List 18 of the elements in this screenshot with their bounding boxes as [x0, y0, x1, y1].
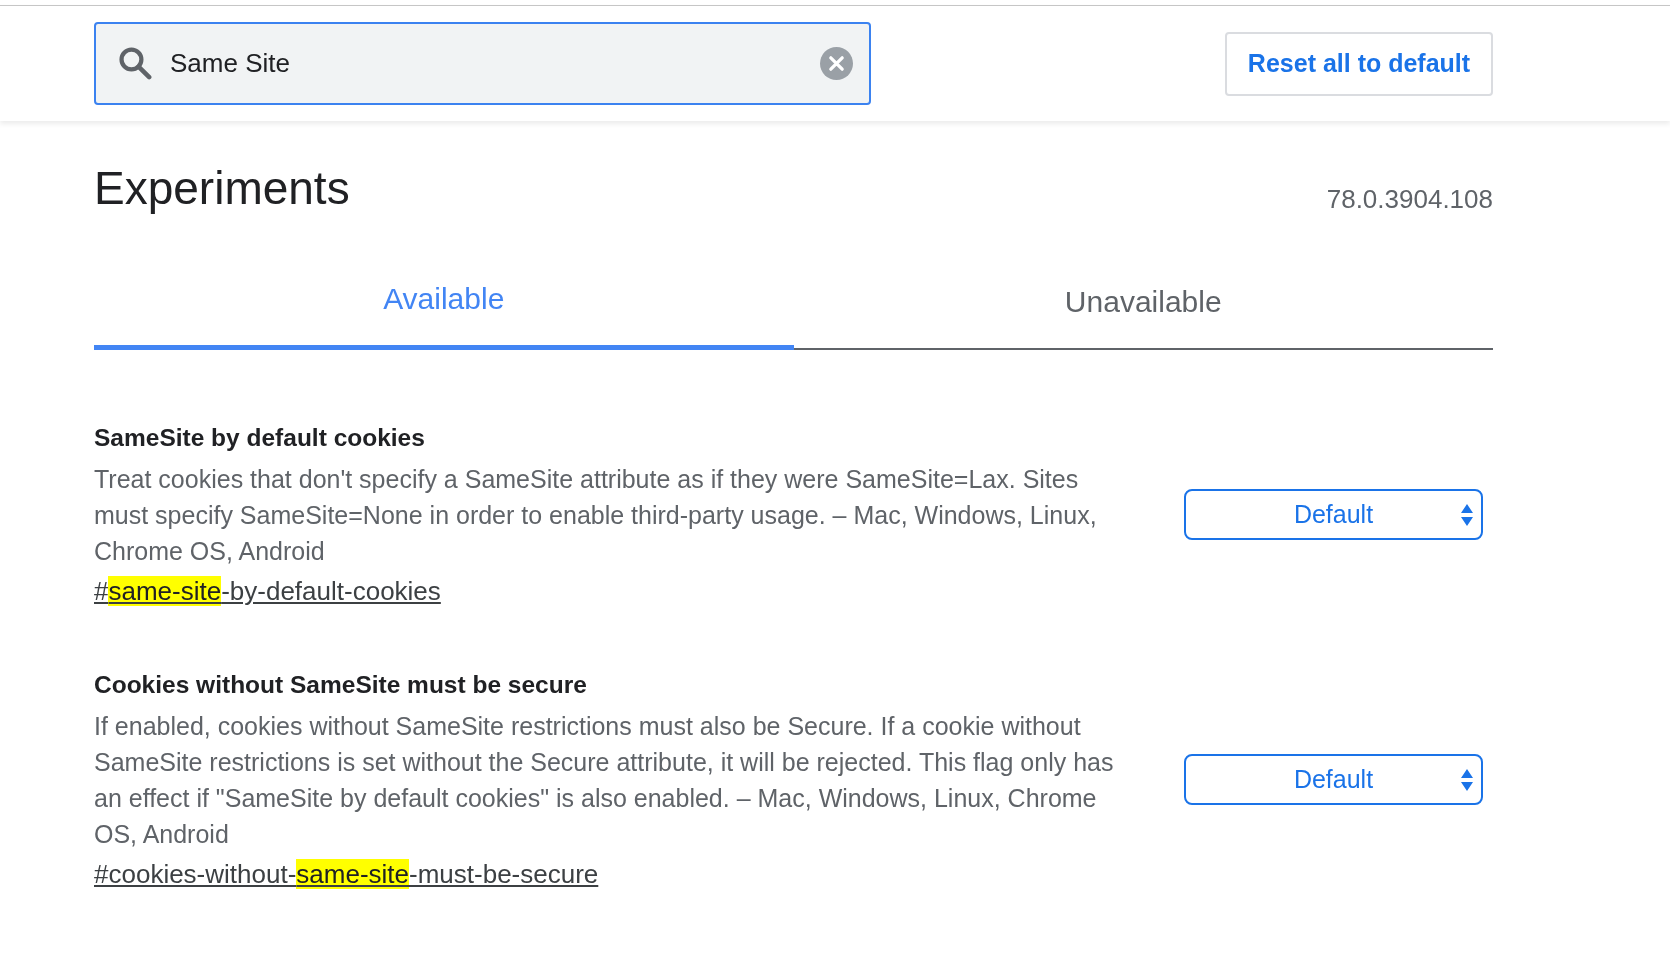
clear-icon[interactable]: [820, 47, 853, 80]
up-down-arrows-icon: [1461, 504, 1473, 526]
experiment-link[interactable]: #cookies-without-same-site-must-be-secure: [94, 856, 599, 892]
experiment-title: SameSite by default cookies: [94, 423, 426, 453]
dropdown-select[interactable]: Default: [1184, 754, 1483, 805]
tab[interactable]: Available: [94, 279, 794, 350]
tab[interactable]: Unavailable: [793, 282, 1493, 350]
search-field[interactable]: Same Site: [94, 22, 871, 105]
search-icon: [118, 46, 152, 80]
experiment-title: Cookies without SameSite must be secure: [94, 670, 588, 700]
version-number: 78.0.3904.108: [1326, 183, 1493, 215]
page-title: Experiments: [94, 161, 350, 216]
experiment-description: If enabled, cookies without SameSite restrictions must also be Secure. If a cookie without SameSite restrictions is set without the Secure attribute, it will be rejected. This flag only has an effect if "SameSite by default cookies" is also enabled. – Mac, Windows, Linux, Chrome OS, Android: [94, 711, 1115, 850]
reset-button[interactable]: Reset all to default: [1225, 31, 1493, 96]
experiment-description: Treat cookies that don't specify a SameSite attribute as if they were SameSite=Lax. Sites must specify SameSite=None in order to enable third-party usage. – Mac, Windows, Linux, Chrome OS, Android: [94, 464, 1098, 567]
dropdown-select[interactable]: Default: [1184, 489, 1483, 540]
up-down-arrows-icon: [1461, 769, 1473, 791]
experiment-link[interactable]: #same-site-by-default-cookies: [94, 573, 441, 609]
